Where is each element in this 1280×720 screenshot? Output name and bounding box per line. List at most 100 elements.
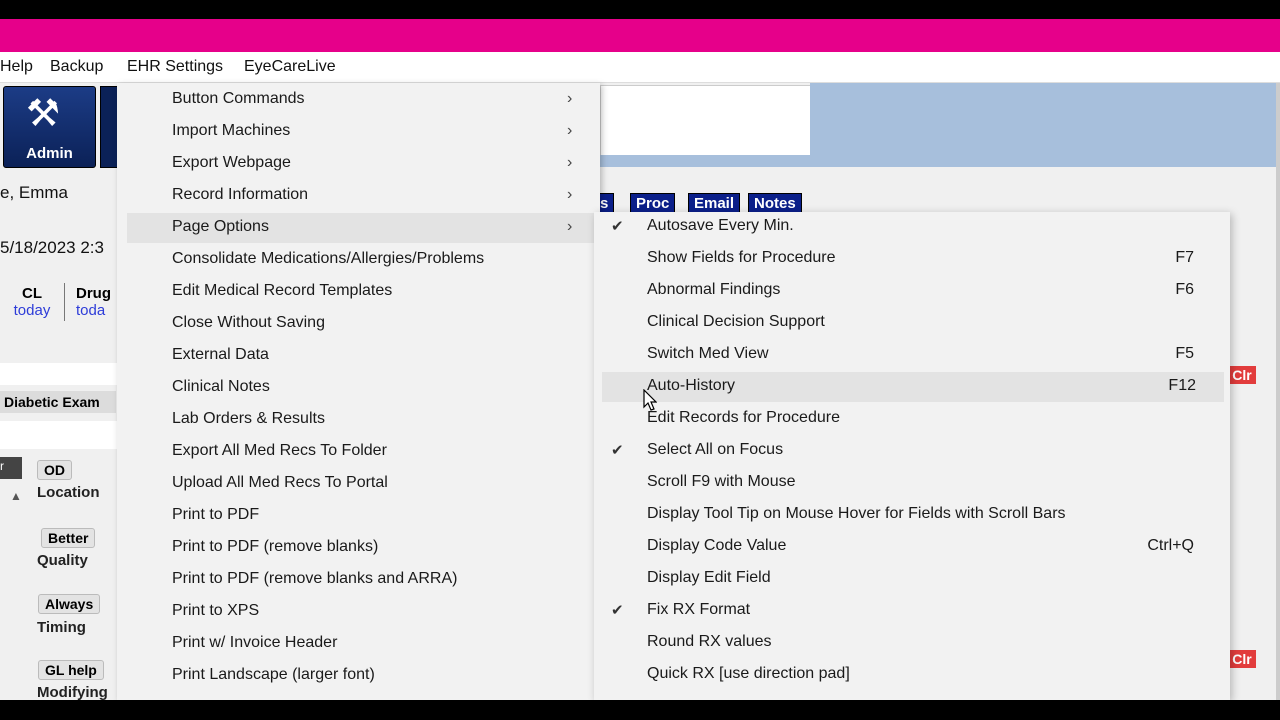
submenu-item-label: Edit Records for Procedure (647, 409, 840, 426)
left-tab[interactable]: r (0, 457, 22, 479)
menu-item-label: External Data (172, 346, 269, 363)
clear-button-2[interactable]: Clr (1228, 650, 1256, 668)
quality-label: Quality (37, 552, 88, 569)
menu-item-print-invoice-header[interactable]: Print w/ Invoice Header (117, 629, 600, 659)
submenu-item-label: Scroll F9 with Mouse (647, 473, 796, 490)
left-tab-label: r (0, 459, 4, 473)
menu-help[interactable]: Help (0, 58, 33, 76)
shortcut-label: Ctrl+Q (1147, 537, 1194, 554)
menu-item-clinical-notes[interactable]: Clinical Notes (117, 373, 600, 403)
bottom-border (0, 700, 1280, 720)
od-pill[interactable]: OD (37, 460, 72, 480)
submenu-item-clinical-decision[interactable]: Clinical Decision Support (594, 308, 1230, 338)
submenu-item-label: Switch Med View (647, 345, 769, 362)
ehr-settings-menu: Button Commands › Import Machines › Export… (117, 83, 600, 700)
submenu-item-display-code[interactable]: Display Code Value Ctrl+Q (594, 532, 1230, 562)
chevron-right-icon: › (567, 186, 573, 203)
menu-item-print-pdf-remove-blanks-arra[interactable]: Print to PDF (remove blanks and ARRA) (117, 565, 600, 595)
menu-item-import-machines[interactable]: Import Machines › (117, 117, 600, 147)
menu-item-edit-templates[interactable]: Edit Medical Record Templates (117, 277, 600, 307)
drug-sub: toda (76, 302, 106, 319)
menu-item-label: Close Without Saving (172, 314, 325, 331)
submenu-item-abnormal-findings[interactable]: Abnormal Findings F6 (594, 276, 1230, 306)
menu-item-consolidate[interactable]: Consolidate Medications/Allergies/Proble… (117, 245, 600, 275)
chevron-right-icon: › (567, 122, 573, 139)
submenu-item-label: Display Edit Field (647, 569, 771, 586)
menu-item-export-webpage[interactable]: Export Webpage › (117, 149, 600, 179)
menu-item-label: Print to PDF (172, 506, 260, 523)
menu-item-upload-med-recs[interactable]: Upload All Med Recs To Portal (117, 469, 600, 499)
submenu-item-select-all-focus[interactable]: ✔ Select All on Focus (594, 436, 1230, 466)
menu-item-label: Export Webpage (172, 154, 291, 171)
header-strip (810, 83, 1280, 155)
mouse-cursor-icon (643, 389, 657, 411)
header-strip-lower (600, 155, 1280, 167)
scroll-up-icon[interactable]: ▲ (10, 489, 22, 503)
menu-item-print-landscape[interactable]: Print Landscape (larger font) (117, 661, 600, 691)
submenu-item-label: Display Code Value (647, 537, 787, 554)
menu-item-label: Edit Medical Record Templates (172, 282, 393, 299)
info-panel (600, 85, 812, 157)
shortcut-label: F12 (1168, 377, 1196, 394)
menu-item-label: Upload All Med Recs To Portal (172, 474, 388, 491)
menu-item-label: Record Information (172, 186, 309, 203)
timing-label: Timing (37, 619, 86, 636)
menu-item-label: Export All Med Recs To Folder (172, 442, 387, 459)
gl-help-pill[interactable]: GL help (38, 660, 104, 680)
submenu-item-switch-med-view[interactable]: Switch Med View F5 (594, 340, 1230, 370)
submenu-item-label: Round RX values (647, 633, 772, 650)
always-pill[interactable]: Always (38, 594, 101, 614)
cl-button[interactable]: CL today (10, 285, 54, 319)
shortcut-label: F6 (1175, 281, 1194, 298)
title-bar (0, 19, 1280, 52)
drug-button[interactable]: Drug toda (76, 285, 111, 319)
menu-item-page-options[interactable]: Page Options › (127, 213, 600, 243)
menu-item-button-commands[interactable]: Button Commands › (117, 85, 600, 115)
menu-item-label: Clinical Notes (172, 378, 270, 395)
menu-item-external-data[interactable]: External Data (117, 341, 600, 371)
menu-item-export-med-recs[interactable]: Export All Med Recs To Folder (117, 437, 600, 467)
menu-item-close-without-saving[interactable]: Close Without Saving (117, 309, 600, 339)
menu-item-label: Print to PDF (remove blanks and ARRA) (172, 570, 458, 587)
checkmark-icon: ✔ (611, 442, 624, 459)
submenu-item-auto-history[interactable]: Auto-History F12 (602, 372, 1224, 402)
admin-label: Admin (26, 145, 73, 162)
diabetic-exam-tab[interactable]: Diabetic Exam (0, 391, 116, 413)
submenu-item-tooltip[interactable]: Display Tool Tip on Mouse Hover for Fiel… (594, 500, 1230, 530)
menu-eyecarelive[interactable]: EyeCareLive (244, 58, 336, 76)
submenu-item-label: Show Fields for Procedure (647, 249, 836, 266)
submenu-item-fix-rx[interactable]: ✔ Fix RX Format (594, 596, 1230, 626)
checkmark-icon: ✔ (611, 218, 624, 235)
submenu-item-label: Display Tool Tip on Mouse Hover for Fiel… (647, 505, 1066, 522)
submenu-item-label: Abnormal Findings (647, 281, 781, 298)
modifying-label: Modifying (37, 684, 108, 701)
better-pill[interactable]: Better (41, 528, 96, 548)
submenu-item-scroll-f9[interactable]: Scroll F9 with Mouse (594, 468, 1230, 498)
menu-item-record-information[interactable]: Record Information › (117, 181, 600, 211)
clear-button[interactable]: Clr (1228, 366, 1256, 384)
submenu-item-show-fields[interactable]: Show Fields for Procedure F7 (594, 244, 1230, 274)
menu-item-print-pdf-remove-blanks[interactable]: Print to PDF (remove blanks) (117, 533, 600, 563)
submenu-item-quick-rx[interactable]: Quick RX [use direction pad] (594, 660, 1230, 690)
submenu-item-display-edit[interactable]: Display Edit Field (594, 564, 1230, 594)
submenu-item-label: Auto-History (647, 377, 736, 394)
checkmark-icon: ✔ (611, 602, 624, 619)
drug-label: Drug (76, 285, 111, 302)
submenu-item-edit-records[interactable]: Edit Records for Procedure (594, 404, 1230, 434)
menu-item-lab-orders[interactable]: Lab Orders & Results (117, 405, 600, 435)
menu-ehr-settings[interactable]: EHR Settings (127, 58, 223, 76)
menu-backup[interactable]: Backup (50, 58, 103, 76)
patient-name: e, Emma (0, 183, 69, 202)
menu-bar: Help Backup EHR Settings EyeCareLive (0, 52, 1280, 83)
shortcut-label: F5 (1175, 345, 1194, 362)
menu-item-print-xps[interactable]: Print to XPS (117, 597, 600, 627)
menu-item-label: Print to PDF (remove blanks) (172, 538, 379, 555)
submenu-item-autosave[interactable]: ✔ Autosave Every Min. (594, 212, 1230, 242)
menu-item-print-pdf[interactable]: Print to PDF (117, 501, 600, 531)
blank-field-2 (0, 421, 120, 449)
menu-item-label: Print to XPS (172, 602, 260, 619)
submenu-item-label: Clinical Decision Support (647, 313, 825, 330)
admin-button[interactable]: ⚒ Admin (3, 86, 96, 168)
page-options-submenu: ✔ Autosave Every Min. Show Fields for Pro… (594, 212, 1230, 700)
submenu-item-round-rx[interactable]: Round RX values (594, 628, 1230, 658)
